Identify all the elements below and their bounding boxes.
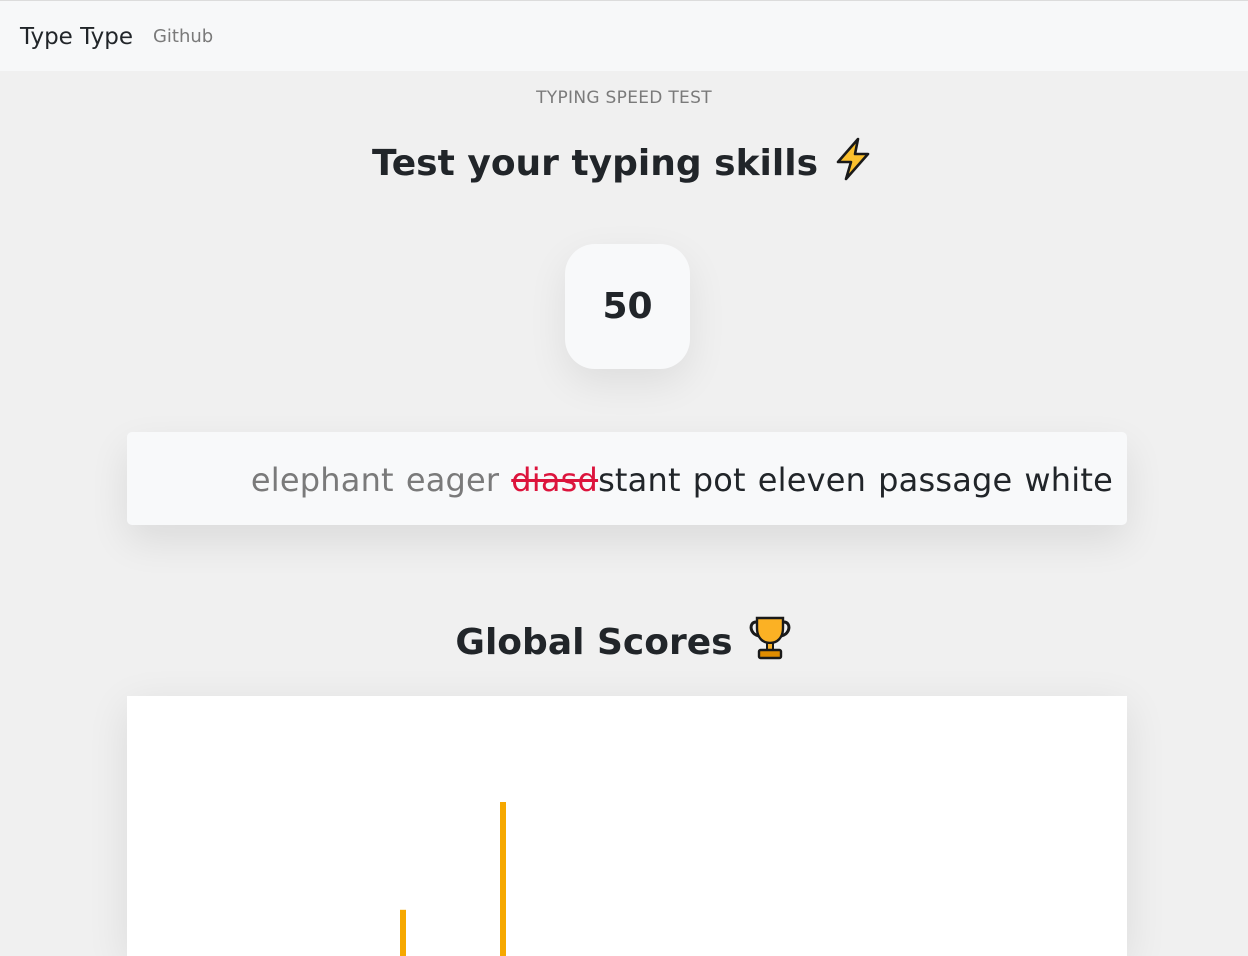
lightning-icon bbox=[830, 136, 876, 191]
page-title: Test your typing skills bbox=[0, 136, 1248, 191]
score-bar bbox=[500, 802, 506, 956]
page-title-text: Test your typing skills bbox=[371, 143, 818, 184]
completed-word: elephant bbox=[250, 461, 394, 499]
current-word-remaining: stant bbox=[598, 461, 681, 499]
current-word-error: diasd bbox=[511, 461, 599, 499]
brand-link[interactable]: Type Type bbox=[20, 24, 133, 50]
upcoming-word: pot bbox=[692, 461, 746, 499]
upcoming-word: eleven bbox=[757, 461, 867, 499]
timer-value: 50 bbox=[602, 286, 653, 327]
current-word: diasdstant bbox=[511, 460, 680, 500]
score-bar bbox=[400, 909, 406, 956]
countdown-timer: 50 bbox=[565, 244, 690, 369]
typing-area[interactable]: elephant eager diasdstant pot eleven passage w… bbox=[127, 432, 1127, 525]
chart-svg bbox=[400, 802, 506, 956]
upcoming-word: passage bbox=[878, 461, 1013, 499]
eyebrow-label: TYPING SPEED TEST bbox=[536, 88, 712, 108]
upcoming-word: white bbox=[1024, 461, 1113, 499]
global-scores-title: Global Scores bbox=[0, 614, 1248, 671]
global-scores-chart bbox=[127, 696, 1127, 956]
github-link[interactable]: Github bbox=[153, 26, 213, 47]
global-scores-text: Global Scores bbox=[455, 622, 733, 663]
trophy-icon bbox=[747, 614, 793, 671]
word-strip: elephant eager diasdstant pot eleven passage w… bbox=[239, 460, 1113, 500]
navbar: Type Type Github bbox=[0, 0, 1248, 71]
completed-word: eager bbox=[405, 461, 500, 499]
